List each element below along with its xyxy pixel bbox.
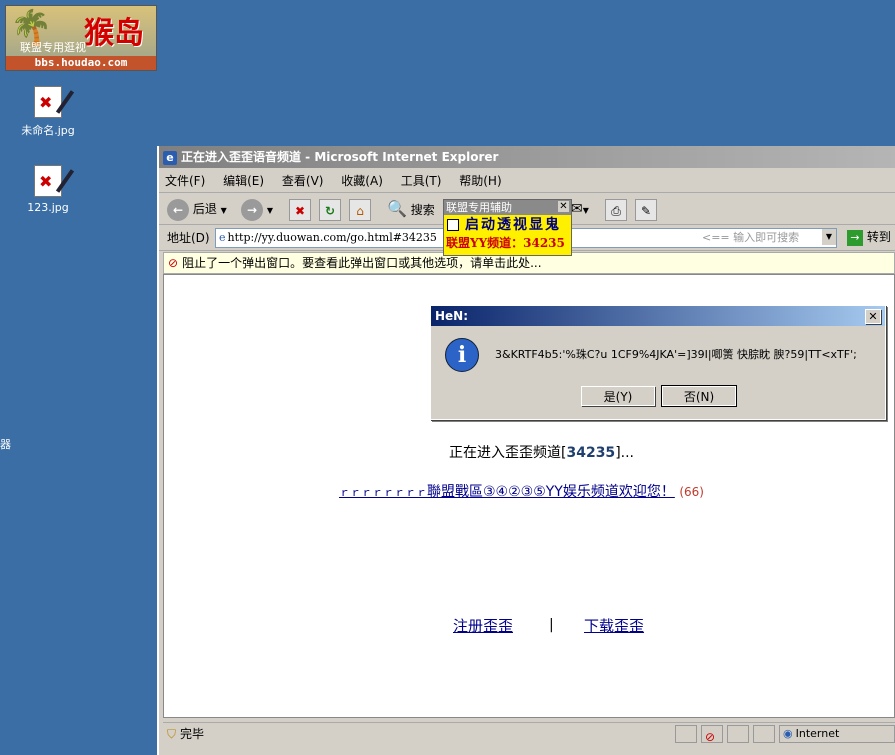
menu-favorites[interactable]: 收藏(A) — [341, 174, 383, 188]
menu-view[interactable]: 查看(V) — [282, 174, 324, 188]
blocked-icon: ⊘ — [168, 256, 179, 270]
entering-prefix: 正在进入歪歪频道[ — [449, 445, 567, 461]
helper-popup-title-text: 联盟专用辅助 — [446, 201, 512, 214]
desktop-icon-123-jpg[interactable]: ✖ 123.jpg — [8, 165, 88, 214]
entering-channel-text: 正在进入歪歪频道[34235]... — [449, 442, 634, 462]
menu-edit[interactable]: 编辑(E) — [223, 174, 264, 188]
search-label: 搜索 — [410, 203, 435, 217]
globe-icon: ◉ — [783, 727, 793, 740]
dialog-message: 3&KRTF4b5:'%珠C?u 1CF9%4JKA'=]39I|唧箦 快腙眈 … — [495, 348, 857, 361]
window-titlebar[interactable]: e 正在进入歪歪语音频道 - Microsoft Internet Explore… — [159, 146, 895, 168]
refresh-icon: ↻ — [319, 198, 341, 221]
menu-help[interactable]: 帮助(H) — [459, 174, 501, 188]
mail-icon: ✉ — [571, 201, 583, 217]
status-shield-icon: ⛉ — [167, 727, 177, 741]
logo-url: bbs.houdao.com — [6, 56, 156, 70]
popup-blocked-status-icon[interactable]: ⊘ — [701, 725, 723, 744]
blocked-icon: ⊘ — [705, 730, 716, 744]
status-cell — [753, 725, 775, 743]
menu-bar: 文件(F) 编辑(E) 查看(V) 收藏(A) 工具(T) 帮助(H) — [159, 170, 895, 193]
entering-suffix: ]... — [615, 445, 634, 461]
chevron-down-icon: ▼ — [220, 206, 227, 215]
forward-button[interactable]: → ▼ — [241, 197, 273, 221]
printer-icon: ⎙ — [605, 198, 627, 221]
address-url: http://yy.duowan.com/go.html#34235 — [227, 231, 437, 244]
menu-tools[interactable]: 工具(T) — [401, 174, 442, 188]
desktop-icon-label: 123.jpg — [27, 201, 69, 214]
download-link[interactable]: 下载歪歪 — [584, 615, 644, 636]
go-arrow-icon: → — [847, 230, 863, 246]
user-count: (66) — [679, 485, 704, 499]
forward-arrow-icon: → — [241, 198, 263, 221]
welcome-link[interactable]: ｒｒｒｒｒｒｒｒ聯盟戰區③④②③⑤YY娱乐频道欢迎您！ — [339, 484, 675, 500]
edit-button[interactable]: ✎ — [635, 197, 657, 221]
status-text: 完毕 — [180, 727, 205, 741]
helper-option[interactable]: 启动透视显鬼 — [444, 215, 571, 235]
back-button[interactable]: ← 后退 ▼ — [167, 197, 227, 221]
window-title: 正在进入歪歪语音频道 - Microsoft Internet Explorer — [181, 150, 499, 164]
welcome-text: 聯盟戰區③④②③⑤YY娱乐频道欢迎您！ — [427, 484, 675, 500]
status-cell — [675, 725, 697, 743]
channel-id: 34235 — [566, 445, 616, 461]
helper-channel: 联盟YY频道：34235 — [446, 236, 565, 250]
link-separator: | — [549, 617, 554, 633]
zone-label: Internet — [795, 727, 840, 740]
stop-button[interactable]: ✖ — [289, 197, 311, 221]
no-button[interactable]: 否(N) — [661, 385, 737, 407]
welcome-prefix: ｒｒｒｒｒｒｒｒ — [339, 486, 427, 499]
print-button[interactable]: ⎙ — [605, 197, 627, 221]
search-button[interactable]: 🔍 搜索 — [387, 197, 435, 221]
back-arrow-icon: ← — [167, 198, 189, 221]
refresh-button[interactable]: ↻ — [319, 197, 341, 221]
go-label: 转到 — [866, 230, 891, 244]
houdao-logo: 🌴 猴岛 联盟专用逛视 bbs.houdao.com — [5, 5, 157, 71]
helper-popup: 联盟专用辅助 ✕ 启动透视显鬼 联盟YY频道：34235 — [443, 199, 572, 256]
helper-popup-title[interactable]: 联盟专用辅助 ✕ — [444, 200, 571, 215]
helper-option-label: 启动透视显鬼 — [465, 217, 561, 233]
address-label: 地址(D) — [167, 231, 210, 245]
page-icon: e — [219, 231, 226, 244]
stop-icon: ✖ — [289, 198, 311, 221]
logo-title: 猴岛 — [84, 16, 144, 51]
home-icon: ⌂ — [349, 198, 371, 221]
status-cell — [727, 725, 749, 743]
ie-logo-icon: e — [163, 150, 177, 165]
image-file-icon: ✖ — [34, 165, 75, 197]
register-link[interactable]: 注册歪歪 — [453, 615, 513, 636]
chevron-down-icon: ▼ — [266, 206, 273, 215]
logo-subtitle: 联盟专用逛视 — [20, 41, 86, 54]
checkbox[interactable] — [447, 219, 459, 231]
address-dropdown-icon[interactable]: ▼ — [822, 229, 836, 245]
address-search-hint: <== 输入即可搜索 — [702, 231, 800, 244]
desktop-edge-text: 器 — [0, 438, 11, 451]
go-button[interactable]: → 转到 — [847, 228, 891, 246]
chevron-down-icon: ▼ — [582, 206, 589, 215]
dialog-titlebar[interactable]: HeN: ✕ — [431, 306, 885, 326]
info-icon: i — [445, 338, 479, 372]
close-icon[interactable]: ✕ — [558, 201, 569, 212]
menu-file[interactable]: 文件(F) — [165, 174, 205, 188]
yes-button[interactable]: 是(Y) — [581, 386, 655, 406]
popup-blocked-text: 阻止了一个弹出窗口。要查看此弹出窗口或其他选项，请单击此处... — [182, 256, 542, 270]
security-zone[interactable]: ◉ Internet — [779, 725, 895, 743]
close-icon[interactable]: ✕ — [865, 309, 881, 324]
welcome-line: ｒｒｒｒｒｒｒｒ聯盟戰區③④②③⑤YY娱乐频道欢迎您！ (66) — [339, 481, 704, 501]
image-file-icon: ✖ — [34, 86, 75, 118]
home-button[interactable]: ⌂ — [349, 197, 371, 221]
desktop-icon-unnamed-jpg[interactable]: ✖ 未命名.jpg — [8, 86, 88, 138]
mail-button[interactable]: ✉▼ — [571, 197, 589, 221]
desktop-icon-label: 未命名.jpg — [21, 124, 75, 137]
dialog-title: HeN: — [435, 309, 469, 323]
search-icon: 🔍 — [387, 199, 407, 218]
message-dialog: HeN: ✕ i 3&KRTF4b5:'%珠C?u 1CF9%4JKA'=]39… — [430, 305, 886, 420]
status-bar: ⛉ 完毕 ⊘ ◉ Internet — [163, 722, 895, 745]
back-label: 后退 — [192, 202, 217, 216]
edit-page-icon: ✎ — [635, 198, 657, 221]
